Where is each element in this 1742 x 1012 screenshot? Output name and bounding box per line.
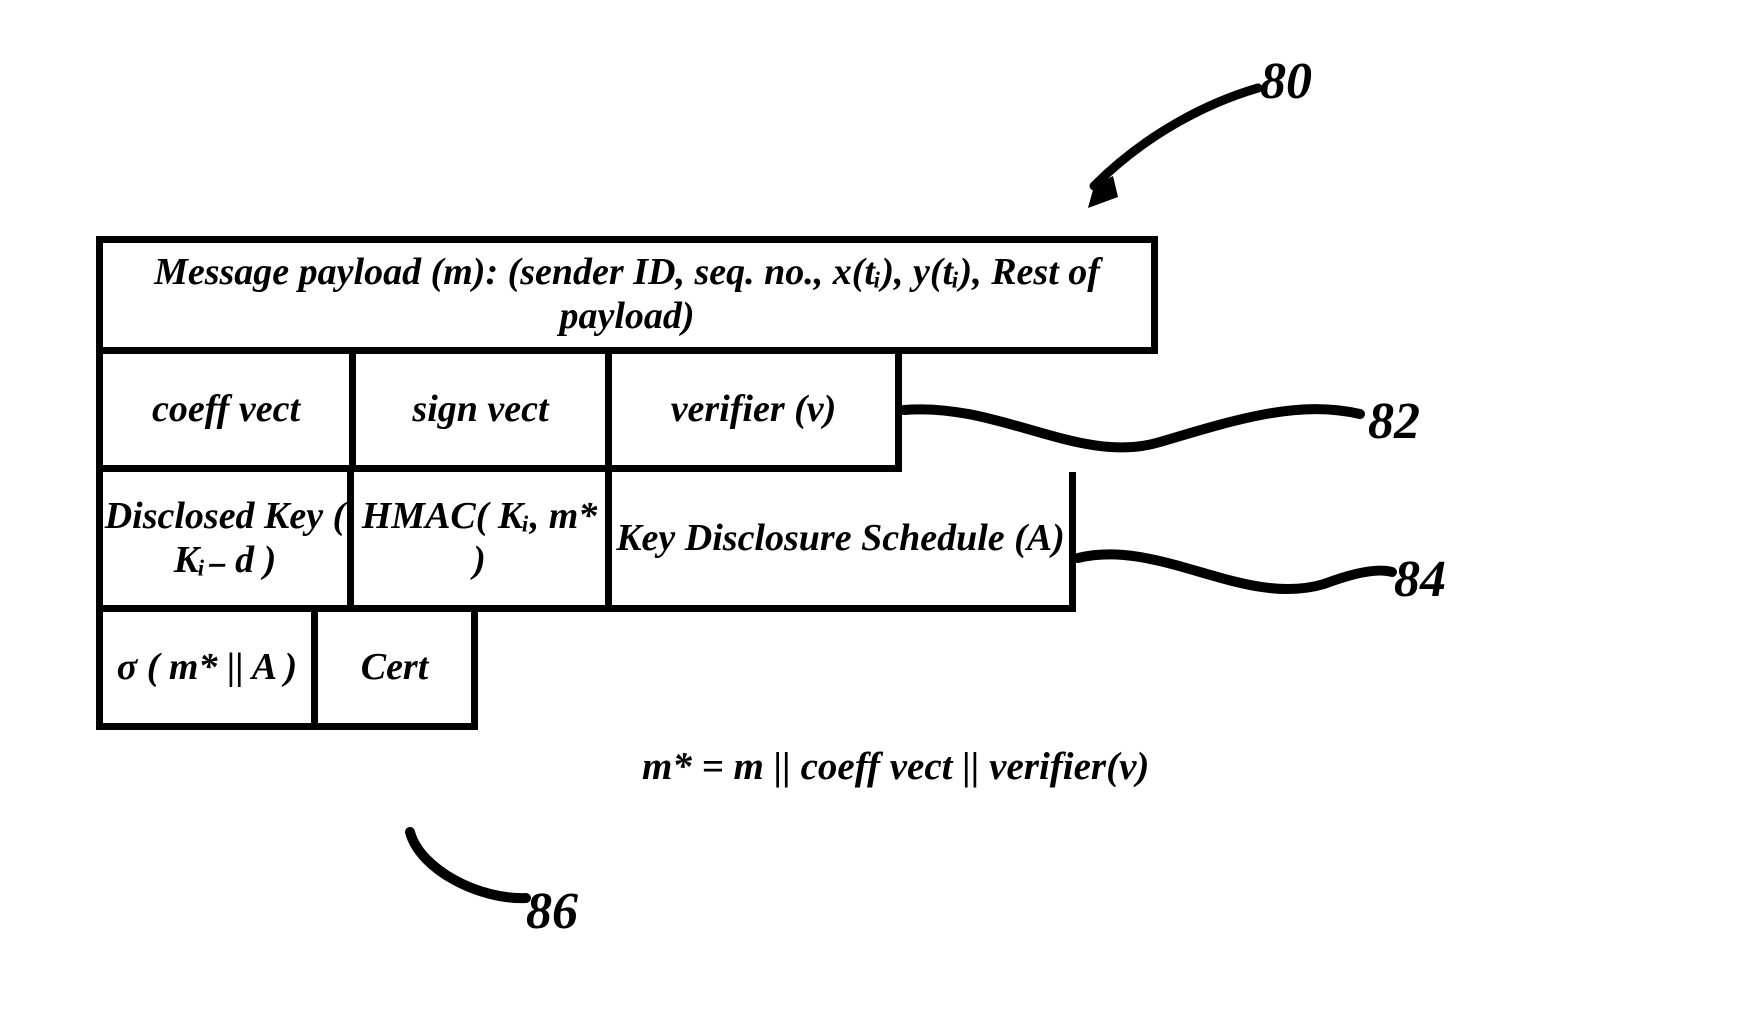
cell-hmac: HMAC( Kᵢ, m* )	[354, 472, 612, 612]
cell-verifier: verifier (v)	[612, 354, 902, 472]
row-verifier: coeff vect sign vect verifier (v)	[96, 354, 1158, 472]
cell-sigma: σ ( m* || A )	[96, 612, 318, 730]
cell-key-schedule: Key Disclosure Schedule (A)	[612, 472, 1076, 612]
cell-message-payload: Message payload (m): (sender ID, seq. no…	[96, 236, 1158, 354]
cell-cert: Cert	[318, 612, 478, 730]
m-star-definition: m* = m || coeff vect || verifier(v)	[642, 744, 1149, 789]
cell-disclosed-key: Disclosed Key ( Kᵢ₋ d )	[96, 472, 354, 612]
row-key: Disclosed Key ( Kᵢ₋ d ) HMAC( Kᵢ, m* ) K…	[96, 472, 1158, 612]
cell-coeff-vect: coeff vect	[96, 354, 356, 472]
ref-label-82: 82	[1368, 392, 1420, 451]
ref-label-80: 80	[1260, 52, 1312, 111]
message-format-diagram: Message payload (m): (sender ID, seq. no…	[96, 236, 1158, 730]
ref-label-86: 86	[526, 882, 578, 941]
cell-sign-vect: sign vect	[356, 354, 612, 472]
ref-label-84: 84	[1394, 550, 1446, 609]
row-payload: Message payload (m): (sender ID, seq. no…	[96, 236, 1158, 354]
row-sigma: σ ( m* || A ) Cert	[96, 612, 1158, 730]
